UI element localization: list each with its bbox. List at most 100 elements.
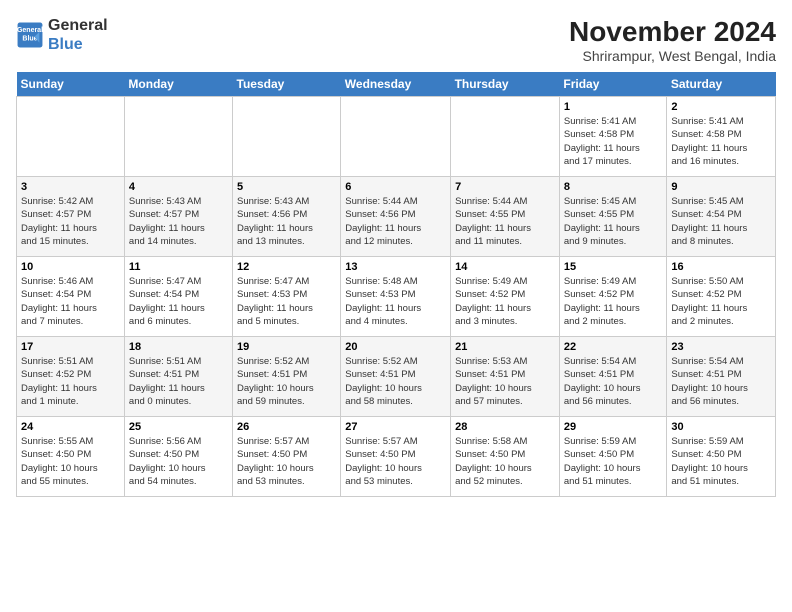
day-info: Sunrise: 5:42 AM Sunset: 4:57 PM Dayligh… — [21, 195, 120, 248]
calendar-cell: 28Sunrise: 5:58 AM Sunset: 4:50 PM Dayli… — [451, 417, 560, 497]
day-info: Sunrise: 5:44 AM Sunset: 4:56 PM Dayligh… — [345, 195, 446, 248]
title-block: November 2024 Shrirampur, West Bengal, I… — [569, 16, 776, 64]
day-number: 19 — [237, 341, 336, 353]
day-info: Sunrise: 5:50 AM Sunset: 4:52 PM Dayligh… — [671, 275, 771, 328]
logo-icon: General Blue — [16, 21, 44, 49]
weekday-header-saturday: Saturday — [667, 72, 776, 97]
calendar-cell: 17 Sunrise: 5:51 AM Sunset: 4:52 PM Dayli… — [17, 337, 125, 417]
weekday-header-tuesday: Tuesday — [233, 72, 341, 97]
day-number: 6 — [345, 181, 446, 193]
calendar-cell: 3 Sunrise: 5:42 AM Sunset: 4:57 PM Daylig… — [17, 177, 125, 257]
day-number: 1 — [564, 101, 662, 113]
logo-line1: General — [48, 16, 108, 35]
weekday-header-wednesday: Wednesday — [341, 72, 451, 97]
day-number: 25 — [129, 421, 228, 433]
day-info: Sunrise: 5:59 AM Sunset: 4:50 PM Dayligh… — [564, 435, 662, 488]
day-info: Sunrise: 5:41 AM Sunset: 4:58 PM Dayligh… — [671, 115, 771, 168]
day-number: 11 — [129, 261, 228, 273]
day-info: Sunrise: 5:55 AM Sunset: 4:50 PM Dayligh… — [21, 435, 120, 488]
calendar-week-row: 24 Sunrise: 5:55 AM Sunset: 4:50 PM Dayli… — [17, 417, 776, 497]
calendar-cell: 25 Sunrise: 5:56 AM Sunset: 4:50 PM Dayli… — [124, 417, 232, 497]
day-info: Sunrise: 5:45 AM Sunset: 4:55 PM Dayligh… — [564, 195, 662, 248]
calendar-cell: 6 Sunrise: 5:44 AM Sunset: 4:56 PM Daylig… — [341, 177, 451, 257]
day-info: Sunrise: 5:56 AM Sunset: 4:50 PM Dayligh… — [129, 435, 228, 488]
day-number: 8 — [564, 181, 662, 193]
calendar-cell — [124, 97, 232, 177]
calendar-cell: 16 Sunrise: 5:50 AM Sunset: 4:52 PM Dayli… — [667, 257, 776, 337]
day-info: Sunrise: 5:57 AM Sunset: 4:50 PM Dayligh… — [237, 435, 336, 488]
weekday-header-sunday: Sunday — [17, 72, 125, 97]
weekday-header-friday: Friday — [559, 72, 666, 97]
calendar-cell: 12 Sunrise: 5:47 AM Sunset: 4:53 PM Dayli… — [233, 257, 341, 337]
calendar-week-row: 1 Sunrise: 5:41 AM Sunset: 4:58 PM Daylig… — [17, 97, 776, 177]
day-info: Sunrise: 5:43 AM Sunset: 4:56 PM Dayligh… — [237, 195, 336, 248]
calendar-cell: 19 Sunrise: 5:52 AM Sunset: 4:51 PM Dayli… — [233, 337, 341, 417]
calendar-cell: 27 Sunrise: 5:57 AM Sunset: 4:50 PM Dayli… — [341, 417, 451, 497]
calendar-cell: 18Sunrise: 5:51 AM Sunset: 4:51 PM Dayli… — [124, 337, 232, 417]
logo-line2: Blue — [48, 35, 108, 54]
calendar-cell: 21 Sunrise: 5:53 AM Sunset: 4:51 PM Dayli… — [451, 337, 560, 417]
calendar-cell: 26Sunrise: 5:57 AM Sunset: 4:50 PM Dayli… — [233, 417, 341, 497]
calendar-week-row: 3 Sunrise: 5:42 AM Sunset: 4:57 PM Daylig… — [17, 177, 776, 257]
calendar-cell: 8 Sunrise: 5:45 AM Sunset: 4:55 PM Daylig… — [559, 177, 666, 257]
day-number: 12 — [237, 261, 336, 273]
calendar-cell: 5Sunrise: 5:43 AM Sunset: 4:56 PM Daylig… — [233, 177, 341, 257]
calendar-cell: 23 Sunrise: 5:54 AM Sunset: 4:51 PM Dayli… — [667, 337, 776, 417]
day-number: 9 — [671, 181, 771, 193]
day-number: 30 — [671, 421, 771, 433]
calendar-cell: 14Sunrise: 5:49 AM Sunset: 4:52 PM Dayli… — [451, 257, 560, 337]
calendar-cell: 29 Sunrise: 5:59 AM Sunset: 4:50 PM Dayli… — [559, 417, 666, 497]
day-info: Sunrise: 5:44 AM Sunset: 4:55 PM Dayligh… — [455, 195, 555, 248]
day-info: Sunrise: 5:41 AM Sunset: 4:58 PM Dayligh… — [564, 115, 662, 168]
day-number: 13 — [345, 261, 446, 273]
calendar-cell — [341, 97, 451, 177]
day-number: 2 — [671, 101, 771, 113]
calendar-cell: 24 Sunrise: 5:55 AM Sunset: 4:50 PM Dayli… — [17, 417, 125, 497]
day-number: 18 — [129, 341, 228, 353]
calendar-cell: 4Sunrise: 5:43 AM Sunset: 4:57 PM Daylig… — [124, 177, 232, 257]
day-info: Sunrise: 5:54 AM Sunset: 4:51 PM Dayligh… — [564, 355, 662, 408]
calendar-cell — [233, 97, 341, 177]
calendar-cell: 10 Sunrise: 5:46 AM Sunset: 4:54 PM Dayli… — [17, 257, 125, 337]
header: General Blue General Blue November 2024 … — [16, 16, 776, 64]
day-info: Sunrise: 5:47 AM Sunset: 4:53 PM Dayligh… — [237, 275, 336, 328]
calendar-cell — [17, 97, 125, 177]
calendar-week-row: 10 Sunrise: 5:46 AM Sunset: 4:54 PM Dayli… — [17, 257, 776, 337]
day-number: 27 — [345, 421, 446, 433]
day-info: Sunrise: 5:46 AM Sunset: 4:54 PM Dayligh… — [21, 275, 120, 328]
day-number: 7 — [455, 181, 555, 193]
day-number: 16 — [671, 261, 771, 273]
day-number: 17 — [21, 341, 120, 353]
calendar-cell — [451, 97, 560, 177]
day-number: 21 — [455, 341, 555, 353]
day-info: Sunrise: 5:49 AM Sunset: 4:52 PM Dayligh… — [455, 275, 555, 328]
location: Shrirampur, West Bengal, India — [569, 48, 776, 64]
day-number: 3 — [21, 181, 120, 193]
day-number: 24 — [21, 421, 120, 433]
calendar-cell: 7 Sunrise: 5:44 AM Sunset: 4:55 PM Daylig… — [451, 177, 560, 257]
day-info: Sunrise: 5:52 AM Sunset: 4:51 PM Dayligh… — [237, 355, 336, 408]
day-info: Sunrise: 5:57 AM Sunset: 4:50 PM Dayligh… — [345, 435, 446, 488]
day-number: 29 — [564, 421, 662, 433]
calendar-cell: 20 Sunrise: 5:52 AM Sunset: 4:51 PM Dayli… — [341, 337, 451, 417]
calendar-cell: 22 Sunrise: 5:54 AM Sunset: 4:51 PM Dayli… — [559, 337, 666, 417]
day-info: Sunrise: 5:52 AM Sunset: 4:51 PM Dayligh… — [345, 355, 446, 408]
day-number: 10 — [21, 261, 120, 273]
day-info: Sunrise: 5:58 AM Sunset: 4:50 PM Dayligh… — [455, 435, 555, 488]
day-number: 22 — [564, 341, 662, 353]
day-number: 20 — [345, 341, 446, 353]
day-info: Sunrise: 5:43 AM Sunset: 4:57 PM Dayligh… — [129, 195, 228, 248]
day-number: 23 — [671, 341, 771, 353]
day-info: Sunrise: 5:51 AM Sunset: 4:52 PM Dayligh… — [21, 355, 120, 408]
calendar-table: SundayMondayTuesdayWednesdayThursdayFrid… — [16, 72, 776, 497]
weekday-header-thursday: Thursday — [451, 72, 560, 97]
calendar-cell: 1 Sunrise: 5:41 AM Sunset: 4:58 PM Daylig… — [559, 97, 666, 177]
day-info: Sunrise: 5:54 AM Sunset: 4:51 PM Dayligh… — [671, 355, 771, 408]
weekday-header-monday: Monday — [124, 72, 232, 97]
day-info: Sunrise: 5:53 AM Sunset: 4:51 PM Dayligh… — [455, 355, 555, 408]
calendar-cell: 15Sunrise: 5:49 AM Sunset: 4:52 PM Dayli… — [559, 257, 666, 337]
day-info: Sunrise: 5:48 AM Sunset: 4:53 PM Dayligh… — [345, 275, 446, 328]
day-info: Sunrise: 5:45 AM Sunset: 4:54 PM Dayligh… — [671, 195, 771, 248]
month-year: November 2024 — [569, 16, 776, 48]
weekday-header-row: SundayMondayTuesdayWednesdayThursdayFrid… — [17, 72, 776, 97]
